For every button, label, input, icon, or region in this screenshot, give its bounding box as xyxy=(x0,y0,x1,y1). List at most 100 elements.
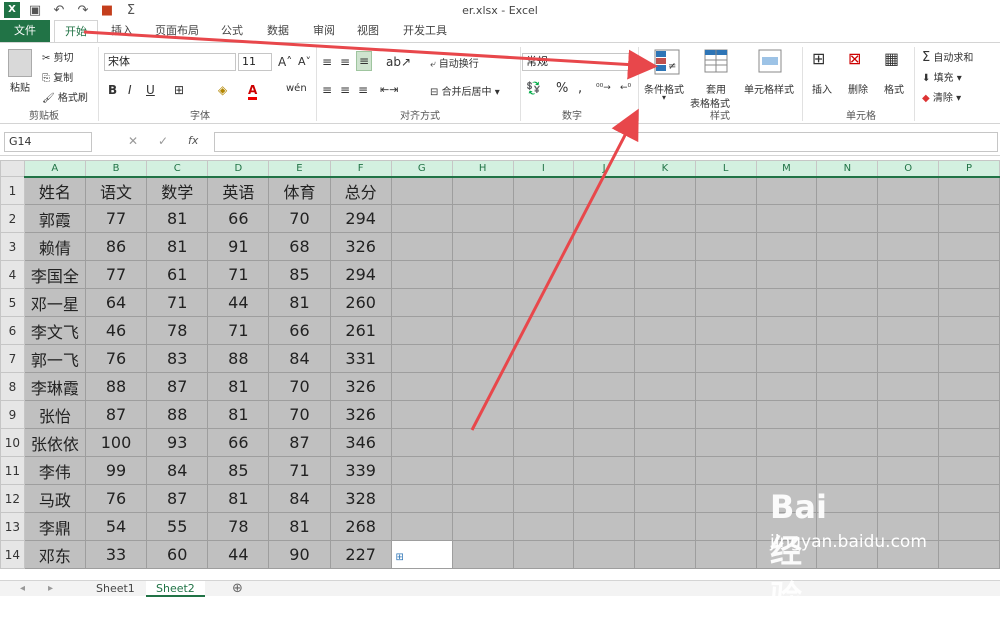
table-cell[interactable]: 44 xyxy=(207,288,270,317)
table-cell[interactable] xyxy=(451,232,514,261)
table-cell[interactable] xyxy=(512,232,575,261)
table-cell[interactable] xyxy=(755,260,818,289)
table-cell[interactable] xyxy=(938,372,1000,401)
row-header[interactable]: 2 xyxy=(0,204,25,233)
table-cell[interactable]: 33 xyxy=(84,540,148,569)
table-cell[interactable] xyxy=(573,512,635,541)
cell-styles-button[interactable]: 单元格样式 xyxy=(744,81,794,96)
table-cell[interactable]: 61 xyxy=(146,260,209,289)
column-header[interactable]: F xyxy=(329,160,392,178)
table-cell[interactable] xyxy=(573,288,635,317)
table-cell[interactable]: 85 xyxy=(268,260,331,289)
table-cell[interactable] xyxy=(816,260,879,289)
table-cell[interactable]: 李伟 xyxy=(23,456,86,485)
table-cell[interactable] xyxy=(573,260,635,289)
tab-page-layout[interactable]: 页面布局 xyxy=(148,20,206,42)
table-cell[interactable]: 81 xyxy=(207,372,270,401)
table-cell[interactable]: 70 xyxy=(268,204,331,233)
table-cell[interactable]: 李鼎 xyxy=(23,512,86,541)
format-painter-button[interactable]: 🖌 格式刷 xyxy=(42,89,88,104)
table-cell[interactable] xyxy=(816,288,879,317)
cell-styles-icon[interactable] xyxy=(758,49,784,75)
table-cell[interactable] xyxy=(755,288,818,317)
row-header[interactable]: 12 xyxy=(0,484,25,513)
table-cell[interactable]: 260 xyxy=(329,288,392,317)
table-cell[interactable]: 邓东 xyxy=(23,540,86,569)
table-cell[interactable] xyxy=(573,400,635,429)
table-cell[interactable]: 李文飞 xyxy=(23,316,86,345)
sheet-tab-2[interactable]: Sheet2 xyxy=(146,581,205,597)
active-cell[interactable]: ⊞ xyxy=(390,540,453,569)
increase-decimal-icon[interactable]: ⁰⁰→ xyxy=(596,83,611,93)
table-cell[interactable] xyxy=(512,344,575,373)
table-cell[interactable] xyxy=(512,540,575,569)
table-cell[interactable] xyxy=(816,344,879,373)
table-cell[interactable] xyxy=(694,344,757,373)
column-header[interactable]: G xyxy=(390,160,453,178)
table-cell[interactable]: 81 xyxy=(146,232,209,261)
table-cell[interactable] xyxy=(512,288,575,317)
table-cell[interactable] xyxy=(816,232,879,261)
table-cell[interactable]: 81 xyxy=(207,484,270,513)
table-cell[interactable] xyxy=(633,540,696,569)
table-cell[interactable] xyxy=(694,260,757,289)
table-cell[interactable]: 赖倩 xyxy=(23,232,86,261)
table-cell[interactable] xyxy=(938,204,1000,233)
table-cell[interactable] xyxy=(694,288,757,317)
table-cell[interactable] xyxy=(633,456,696,485)
delete-cells-icon[interactable]: ⊠ xyxy=(848,49,861,68)
table-cell[interactable] xyxy=(877,428,940,457)
fill-button[interactable]: ⬇ 填充 ▾ xyxy=(922,69,962,84)
table-cell[interactable]: 78 xyxy=(207,512,270,541)
table-cell[interactable] xyxy=(451,484,514,513)
table-cell[interactable] xyxy=(390,372,453,401)
row-header[interactable]: 7 xyxy=(0,344,25,373)
table-cell[interactable] xyxy=(573,456,635,485)
table-cell[interactable]: 339 xyxy=(329,456,392,485)
table-cell[interactable] xyxy=(694,400,757,429)
table-cell[interactable]: 87 xyxy=(146,484,209,513)
table-cell[interactable] xyxy=(694,428,757,457)
column-header[interactable]: K xyxy=(633,160,696,178)
insert-cells-button[interactable]: 插入 xyxy=(812,81,832,96)
table-cell[interactable] xyxy=(512,260,575,289)
table-cell[interactable] xyxy=(877,484,940,513)
paste-icon[interactable] xyxy=(8,49,32,77)
confirm-icon[interactable]: ✓ xyxy=(158,134,168,148)
table-cell[interactable] xyxy=(877,288,940,317)
table-cell[interactable]: 326 xyxy=(329,372,392,401)
table-cell[interactable]: 90 xyxy=(268,540,331,569)
table-cell[interactable] xyxy=(816,400,879,429)
table-cell[interactable] xyxy=(633,260,696,289)
table-cell[interactable]: 261 xyxy=(329,316,392,345)
table-cell[interactable]: 326 xyxy=(329,232,392,261)
bold-button[interactable]: B xyxy=(108,83,117,97)
table-cell[interactable] xyxy=(451,512,514,541)
table-cell[interactable] xyxy=(573,176,635,205)
row-header[interactable]: 13 xyxy=(0,512,25,541)
table-cell[interactable] xyxy=(633,288,696,317)
tab-developer[interactable]: 开发工具 xyxy=(396,20,454,42)
table-cell[interactable] xyxy=(512,204,575,233)
table-cell[interactable] xyxy=(451,344,514,373)
table-cell[interactable]: 87 xyxy=(146,372,209,401)
table-cell[interactable] xyxy=(755,204,818,233)
table-cell[interactable]: 87 xyxy=(84,400,148,429)
table-cell[interactable] xyxy=(633,372,696,401)
table-cell[interactable]: 331 xyxy=(329,344,392,373)
table-cell[interactable]: 郭霞 xyxy=(23,204,86,233)
table-cell[interactable] xyxy=(633,232,696,261)
fill-color-icon[interactable]: ◈ xyxy=(218,83,227,97)
table-cell[interactable] xyxy=(816,204,879,233)
table-cell[interactable]: 64 xyxy=(84,288,148,317)
format-cells-button[interactable]: 格式 xyxy=(884,81,904,96)
table-cell[interactable]: 76 xyxy=(84,344,148,373)
table-cell[interactable]: 71 xyxy=(146,288,209,317)
table-cell[interactable] xyxy=(877,316,940,345)
table-cell[interactable]: 李琳霞 xyxy=(23,372,86,401)
table-cell[interactable]: 88 xyxy=(146,400,209,429)
table-cell[interactable] xyxy=(512,372,575,401)
table-cell[interactable] xyxy=(938,540,1000,569)
font-color-icon[interactable]: A xyxy=(248,83,258,100)
table-format-icon[interactable] xyxy=(704,49,730,75)
